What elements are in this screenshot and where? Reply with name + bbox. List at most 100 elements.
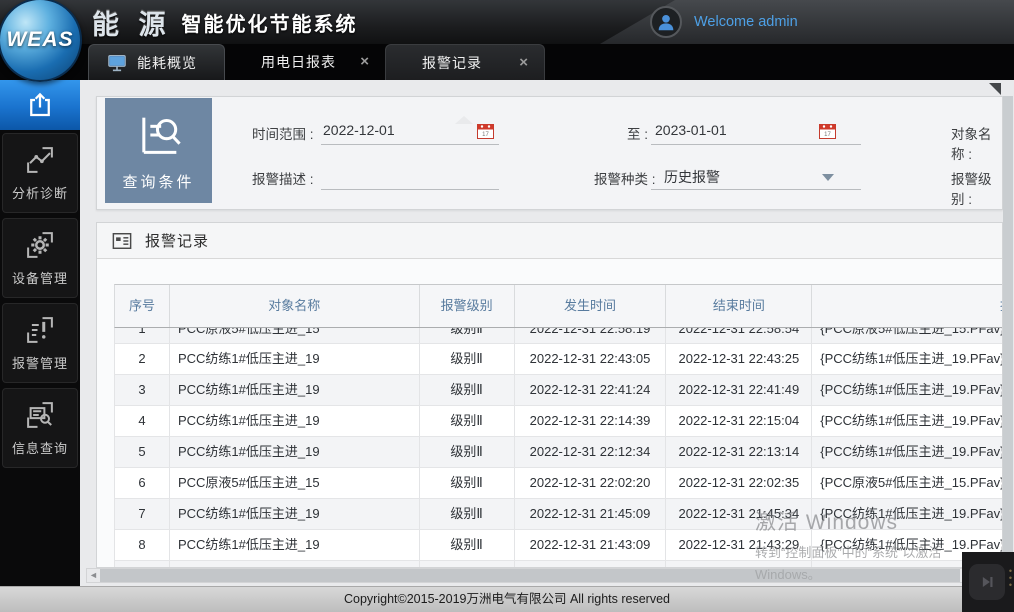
vertical-scrollbar[interactable] [1003,96,1013,566]
tab-bar: 能耗概览 用电日报表 × 报警记录 × [0,44,1014,80]
table-cell: PCC原液5#低压主进_15 [170,328,420,344]
svg-text:17: 17 [824,132,831,138]
column-header: 报警级别 [420,285,515,327]
alarm-desc-label: 报警描述 : [252,168,314,188]
table-cell: {PCC纺练1#低压主进_19.PFav}<0.9 [812,499,1003,529]
table-row[interactable]: 1PCC原液5#低压主进_15级别Ⅱ2022-12-31 22:58:19202… [114,328,1003,344]
table-row[interactable]: 5PCC纺练1#低压主进_19级别Ⅱ2022-12-31 22:12:34202… [114,437,1003,468]
scroll-corner-icon [989,83,1001,95]
horizontal-scrollbar[interactable]: ◄ [86,568,1008,583]
table-cell: 2022-12-31 21:45:34 [666,499,812,529]
top-header-bar: 能 源 智能优化节能系统 Welcome admin [0,0,1014,44]
line-chart-icon [25,145,55,175]
table-cell: 4 [115,406,170,436]
document-search-icon [25,400,55,430]
table-cell: 2022-12-31 22:58:19 [515,328,667,344]
horizontal-scroll-thumb[interactable] [100,569,960,582]
close-icon[interactable]: × [519,54,528,71]
more-dots-icon: ••• [1009,568,1012,589]
table-cell: 级别Ⅱ [420,468,515,498]
sidebar-item-home[interactable] [0,80,80,130]
table-cell: 2022-12-31 21:45:09 [515,499,667,529]
tab-alarm-records[interactable]: 报警记录 × [385,44,545,80]
table-cell: 2022-12-31 22:43:05 [515,344,667,374]
records-section-header: 报警记录 [97,223,1002,259]
close-icon[interactable]: × [360,53,369,70]
table-row[interactable]: 4PCC纺练1#低压主进_19级别Ⅱ2022-12-31 22:14:39202… [114,406,1003,437]
to-date-value[interactable]: 2023-01-01 [655,122,727,138]
weas-logo[interactable]: WEAS [0,0,82,82]
weas-logo-text: WEAS [7,28,74,52]
column-header: 对象名称 [170,285,420,327]
table-row[interactable]: 9PCC原液3#低压主进_17级别Ⅱ2022-12-31 21:39:15202… [114,561,1003,568]
alarm-table-body: 1PCC原液5#低压主进_15级别Ⅱ2022-12-31 22:58:19202… [114,328,1003,568]
table-cell: 2022-12-31 22:15:04 [666,406,812,436]
alarm-level-label: 报警级别 : [951,168,1002,208]
sidebar-item-alarms[interactable]: 报警管理 [2,303,78,383]
table-row[interactable]: 2PCC纺练1#低压主进_19级别Ⅱ2022-12-31 22:43:05202… [114,344,1003,375]
table-row[interactable]: 8PCC纺练1#低压主进_19级别Ⅱ2022-12-31 21:43:09202… [114,530,1003,561]
column-header: 报警条件 [812,285,1003,327]
table-cell: {PCC纺练1#低压主进_19.PFav}<0.9 [812,437,1003,467]
sidebar-item-devices[interactable]: 设备管理 [2,218,78,298]
table-cell: PCC纺练1#低压主进_19 [170,344,420,374]
to-date-underline [651,144,861,145]
table-cell: {PCC纺练1#低压主进_19.PFav}<0.9 [812,344,1003,374]
welcome-text: Welcome admin [694,14,798,30]
alarm-exclamation-icon [25,315,55,345]
skip-next-button[interactable] [969,564,1005,600]
sidebar-item-info-query[interactable]: 信息查询 [2,388,78,468]
chevron-down-icon[interactable] [822,174,834,181]
table-cell: {PCC原液5#低压主进_15.PFav}<0.9 [812,468,1003,498]
alarm-type-label: 报警种类 : [594,168,656,188]
calendar-icon[interactable]: 17 [819,123,836,139]
skip-next-icon [977,572,997,592]
table-cell: {PCC纺练1#低压主进_19.PFav}<0.9 [812,375,1003,405]
table-cell: 6 [115,468,170,498]
table-row[interactable]: 7PCC纺练1#低压主进_19级别Ⅱ2022-12-31 21:45:09202… [114,499,1003,530]
table-row[interactable]: 3PCC纺练1#低压主进_19级别Ⅱ2022-12-31 22:41:24202… [114,375,1003,406]
active-tab-notch [455,116,473,124]
table-cell: 2022-12-31 21:39:35 [666,561,812,568]
tab-energy-overview[interactable]: 能耗概览 [88,44,225,80]
sidebar-item-label: 信息查询 [12,438,68,457]
table-cell: 2022-12-31 22:12:34 [515,437,667,467]
sidebar-item-label: 分析诊断 [12,183,68,202]
table-cell: PCC纺练1#低压主进_19 [170,406,420,436]
table-cell: PCC原液3#低压主进_17 [170,561,420,568]
tab-daily-power-report[interactable]: 用电日报表 × [225,44,385,80]
sidebar-item-analysis[interactable]: 分析诊断 [2,133,78,213]
sidebar-item-label: 报警管理 [12,353,68,372]
time-range-value[interactable]: 2022-12-01 [323,122,395,138]
table-cell: 2 [115,344,170,374]
table-cell: 级别Ⅱ [420,561,515,568]
calendar-icon[interactable]: 17 [477,123,494,139]
table-cell: 2022-12-31 22:02:20 [515,468,667,498]
tab-label: 报警记录 [422,53,482,73]
app-title-secondary: 智能优化节能系统 [182,8,358,37]
column-header: 发生时间 [515,285,667,327]
app-title: 能 源 智能优化节能系统 [92,0,358,44]
floating-widget: ••• [962,552,1014,612]
scroll-left-arrow-icon[interactable]: ◄ [87,569,100,582]
sidebar-item-label: 设备管理 [12,268,68,287]
table-cell: PCC纺练1#低压主进_19 [170,437,420,467]
table-cell: 级别Ⅱ [420,437,515,467]
table-cell: 7 [115,499,170,529]
main-content: 查询条件 时间范围 : 2022-12-01 17 至 : 2023-01-01… [80,80,1014,612]
column-header: 结束时间 [666,285,812,327]
table-row[interactable]: 6PCC原液5#低压主进_15级别Ⅱ2022-12-31 22:02:20202… [114,468,1003,499]
time-range-underline [321,144,499,145]
table-cell: 级别Ⅱ [420,530,515,560]
alarm-table-header: 序号对象名称报警级别发生时间结束时间报警条件 [114,284,1003,328]
alarm-table: 序号对象名称报警级别发生时间结束时间报警条件 1PCC原液5#低压主进_15级别… [114,284,1003,568]
alarm-type-select[interactable]: 历史报警 [664,167,720,187]
table-cell: 5 [115,437,170,467]
table-cell: 2022-12-31 22:43:25 [666,344,812,374]
table-cell: PCC纺练1#低压主进_19 [170,499,420,529]
table-cell: 8 [115,530,170,560]
app-title-primary: 能 源 [92,3,172,42]
table-cell: PCC纺练1#低压主进_19 [170,530,420,560]
user-welcome[interactable]: Welcome admin [650,4,798,40]
user-avatar-icon[interactable] [650,6,682,38]
